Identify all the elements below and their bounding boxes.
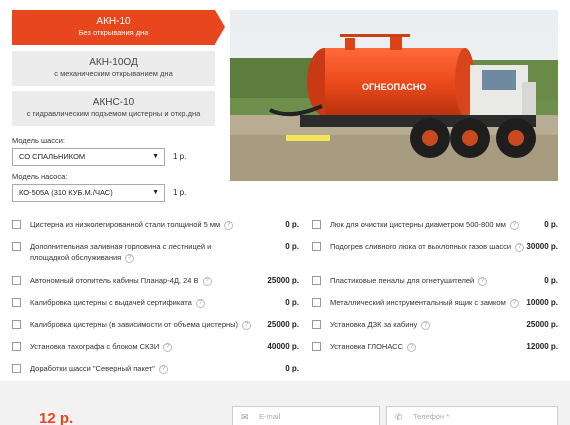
help-icon[interactable]: ? — [195, 298, 205, 308]
chassis-price: 1 р. — [173, 152, 187, 161]
phone-placeholder: Телефон * — [413, 412, 450, 421]
help-icon[interactable]: ? — [158, 364, 168, 374]
help-icon[interactable]: ? — [478, 276, 488, 286]
option-price: 0 р. — [285, 242, 299, 251]
option-label: Дополнительная заливная горловина с лест… — [30, 242, 212, 262]
variant-title: АКН-10ОД — [89, 57, 138, 68]
email-placeholder: E-mail — [259, 412, 281, 421]
chassis-select[interactable]: СО СПАЛЬНИКОМ ▼ — [12, 148, 165, 166]
option-checkbox[interactable] — [12, 220, 21, 229]
option-label: Калибровка цистерны (в зависимости от об… — [30, 320, 239, 329]
option-checkbox[interactable] — [312, 320, 321, 329]
option-checkbox[interactable] — [12, 364, 21, 373]
chevron-down-icon: ▼ — [152, 189, 159, 196]
product-photo: ОГНЕОПАСНО — [230, 10, 558, 181]
variant-title: АКНС-10 — [92, 97, 135, 108]
chevron-down-icon: ▼ — [152, 153, 159, 160]
option-price: 0 р. — [285, 364, 299, 373]
option-row[interactable]: Калибровка цистерны с выдачей сертификат… — [12, 295, 299, 311]
help-icon[interactable]: ? — [163, 342, 173, 352]
option-row[interactable]: Подогрев сливного люка от выхлопных газо… — [312, 239, 558, 255]
option-price: 40000 р. — [267, 342, 299, 351]
option-label: Калибровка цистерны с выдачей сертификат… — [30, 298, 192, 307]
option-price: 12000 р. — [526, 342, 558, 351]
option-label: Пластиковые пеналы для огнетушителей — [330, 276, 475, 285]
pump-price: 1 р. — [173, 188, 187, 197]
pump-select[interactable]: КО-505А (310 КУБ.М./ЧАС) ▼ — [12, 184, 165, 202]
mail-icon: ✉ — [241, 412, 249, 422]
option-price: 25000 р. — [267, 276, 299, 285]
option-label: Установка ДЗК за кабину — [330, 320, 418, 329]
option-checkbox[interactable] — [12, 298, 21, 307]
pump-label: Модель насоса: — [12, 172, 68, 181]
phone-icon: ✆ — [395, 412, 403, 422]
help-icon[interactable]: ? — [224, 220, 234, 230]
option-label: Металлический инструментальный ящик с за… — [330, 298, 506, 307]
option-row[interactable]: Установка ГЛОНАСС? 12000 р. — [312, 339, 558, 355]
option-checkbox[interactable] — [312, 276, 321, 285]
tank-lettering: ОГНЕОПАСНО — [362, 82, 426, 92]
variant-subtitle: с гидравлическим подъемом цистерны и отк… — [26, 109, 201, 118]
option-label: Подогрев сливного люка от выхлопных газо… — [330, 242, 512, 251]
option-checkbox[interactable] — [12, 276, 21, 285]
option-checkbox[interactable] — [12, 242, 21, 251]
option-row[interactable]: Цистерна из низколегированной стали толщ… — [12, 217, 299, 233]
pump-select-value: КО-505А (310 КУБ.М./ЧАС) — [19, 188, 113, 197]
option-label: Цистерна из низколегированной стали толщ… — [30, 220, 221, 229]
help-icon[interactable]: ? — [407, 342, 417, 352]
option-price: 25000 р. — [526, 320, 558, 329]
option-price: 0 р. — [285, 298, 299, 307]
option-checkbox[interactable] — [12, 342, 21, 351]
option-row[interactable]: Доработки шасси "Северный пакет"? 0 р. — [12, 361, 299, 377]
email-field[interactable]: ✉ E-mail — [232, 406, 380, 425]
option-row[interactable]: Калибровка цистерны (в зависимости от об… — [12, 317, 299, 333]
variant-tab-akn10[interactable]: АКН-10 Без открывания дна — [12, 10, 225, 45]
option-row[interactable]: Дополнительная заливная горловина с лест… — [12, 239, 299, 263]
option-checkbox[interactable] — [312, 298, 321, 307]
option-row[interactable]: Люк для очистки цистерны диаметром 500-8… — [312, 217, 558, 233]
option-checkbox[interactable] — [12, 320, 21, 329]
option-price: 0 р. — [544, 276, 558, 285]
option-label: Люк для очистки цистерны диаметром 500-8… — [330, 220, 506, 229]
variant-title: АКН-10 — [96, 16, 131, 27]
option-price: 0 р. — [285, 220, 299, 229]
option-row[interactable]: Установка тахографа с блоком СКЗИ? 40000… — [12, 339, 299, 355]
option-price: 25000 р. — [267, 320, 299, 329]
option-label: Доработки шасси "Северный пакет" — [30, 364, 155, 373]
option-checkbox[interactable] — [312, 220, 321, 229]
variant-subtitle: Без открывания дна — [78, 28, 149, 37]
phone-field[interactable]: ✆ Телефон * — [386, 406, 558, 425]
option-row[interactable]: Пластиковые пеналы для огнетушителей? 0 … — [312, 273, 558, 289]
option-price: 30000 р. — [526, 242, 558, 251]
option-label: Установка ГЛОНАСС — [330, 342, 404, 351]
option-label: Автономный отопитель кабины Планар-4Д, 2… — [30, 276, 199, 285]
option-row[interactable]: Металлический инструментальный ящик с за… — [312, 295, 558, 311]
help-icon[interactable]: ? — [202, 276, 212, 286]
help-icon[interactable]: ? — [421, 320, 431, 330]
option-price: 0 р. — [544, 220, 558, 229]
help-icon[interactable]: ? — [125, 253, 135, 263]
option-row[interactable]: Автономный отопитель кабины Планар-4Д, 2… — [12, 273, 299, 289]
chassis-label: Модель шасси: — [12, 136, 65, 145]
total-price: 12 р. — [39, 410, 74, 425]
variant-tab-akns10[interactable]: АКНС-10 с гидравлическим подъемом цистер… — [12, 91, 215, 126]
option-row[interactable]: Установка ДЗК за кабину? 25000 р. — [312, 317, 558, 333]
option-label: Установка тахографа с блоком СКЗИ — [30, 342, 160, 351]
vacuum-truck-image: ОГНЕОПАСНО — [230, 10, 558, 181]
variant-subtitle: с механическим открыванием дна — [54, 69, 173, 78]
chassis-select-value: СО СПАЛЬНИКОМ — [19, 152, 86, 161]
variant-tab-akn10od[interactable]: АКН-10ОД с механическим открыванием дна — [12, 51, 215, 86]
option-checkbox[interactable] — [312, 342, 321, 351]
option-price: 10000 р. — [526, 298, 558, 307]
option-checkbox[interactable] — [312, 242, 321, 251]
